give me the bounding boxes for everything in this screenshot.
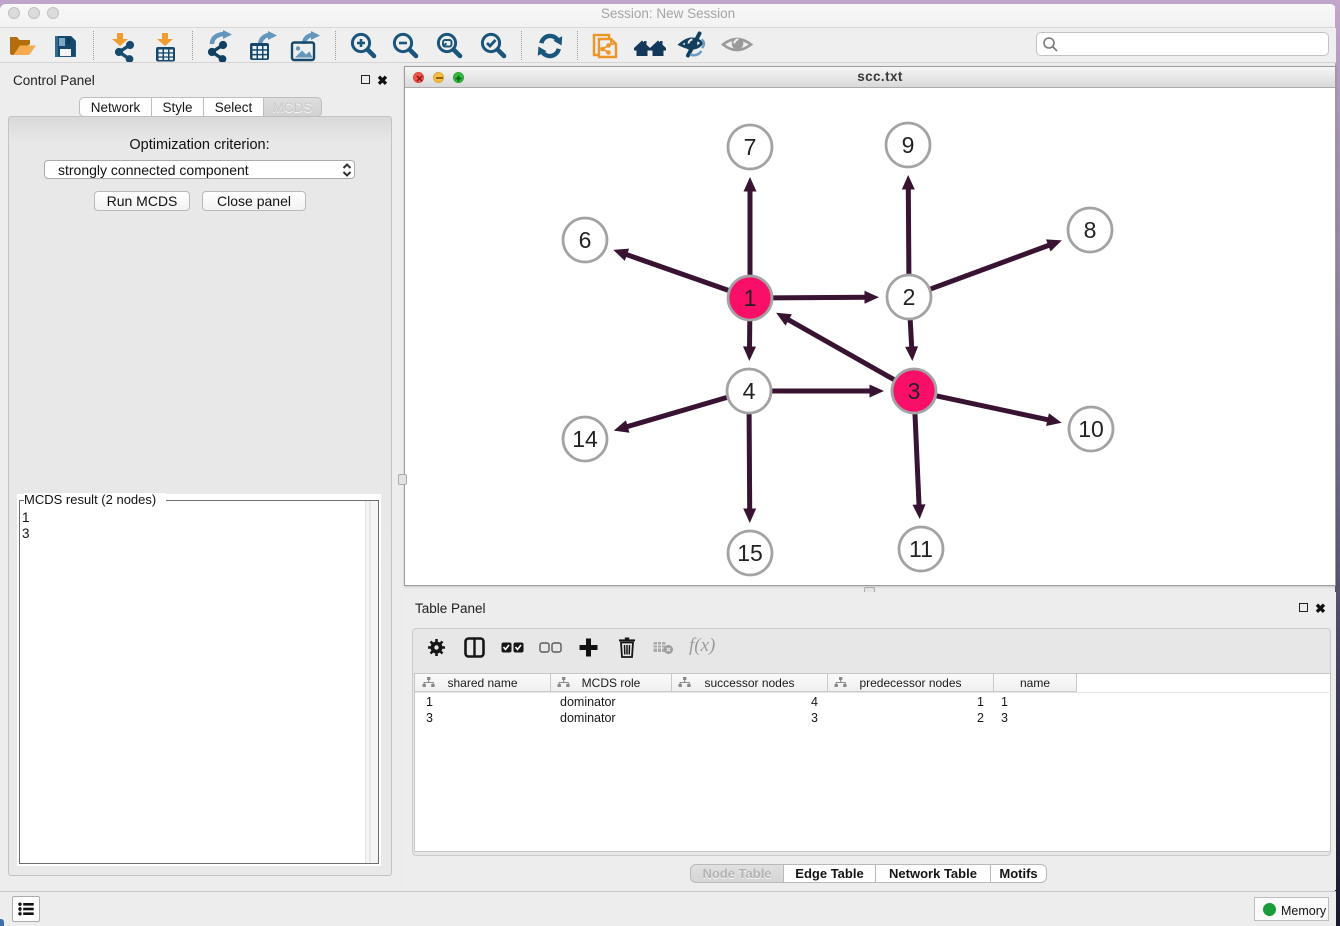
svg-text:8: 8 <box>1084 217 1097 243</box>
svg-text:7: 7 <box>744 134 757 160</box>
svg-text:1: 1 <box>744 285 757 311</box>
svg-text:10: 10 <box>1078 416 1104 442</box>
svg-text:11: 11 <box>909 536 933 562</box>
svg-text:6: 6 <box>579 227 592 253</box>
svg-text:4: 4 <box>743 378 756 404</box>
svg-text:3: 3 <box>908 378 921 404</box>
svg-text:2: 2 <box>903 284 916 310</box>
svg-text:15: 15 <box>737 540 763 566</box>
svg-text:9: 9 <box>902 132 915 158</box>
svg-text:14: 14 <box>572 426 598 452</box>
